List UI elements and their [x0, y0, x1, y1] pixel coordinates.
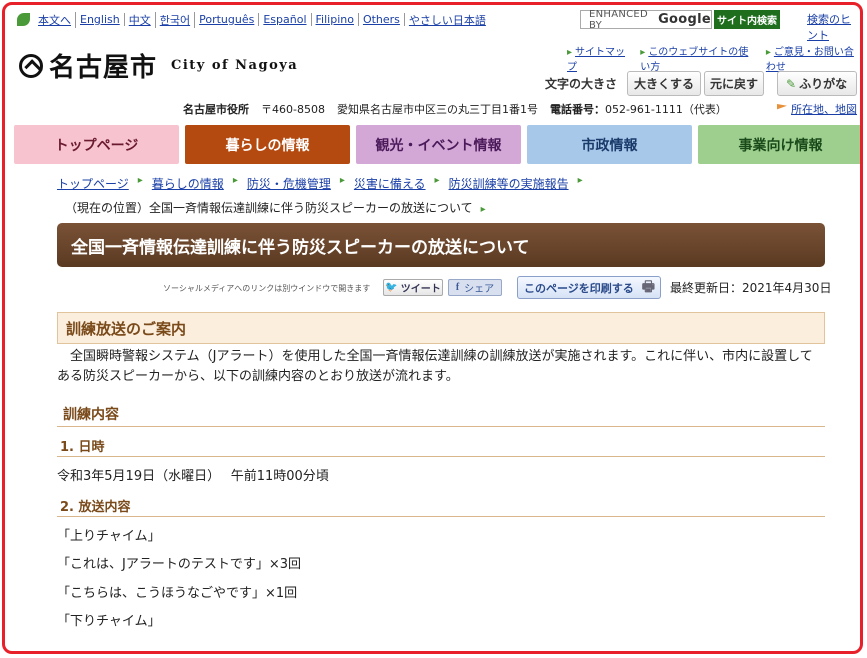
print-label: このページを印刷する — [524, 281, 634, 295]
site-search-button[interactable]: サイト内検索 — [714, 10, 780, 29]
how-to-use-link[interactable]: このウェブサイトの使い方 — [640, 43, 752, 73]
share-label: シェア — [464, 284, 495, 295]
broadcast-content-heading: 2. 放送内容 — [57, 495, 825, 517]
sitemap-link[interactable]: サイトマップ — [567, 43, 626, 73]
section-heading: 訓練放送のご案内 — [57, 312, 825, 344]
lang-link-easy-japanese[interactable]: やさしい日本語 — [405, 12, 490, 28]
language-bar: 本文へ English 中文 한국어 Português Español Fil… — [17, 10, 490, 29]
nav-tab-business[interactable]: 事業向け情報 — [698, 125, 860, 164]
office-name: 名古屋市役所 — [183, 103, 249, 116]
intro-paragraph: 全国瞬時警報システム（Jアラート）を使用した全国一斉情報伝達訓練の訓練放送が実施… — [57, 349, 813, 384]
current-location: （現在の位置）全国一斉情報伝達訓練に伴う防災スピーカーの放送について ▸ — [65, 199, 486, 216]
access-map-label: 所在地、地図 — [791, 103, 857, 116]
search-placeholder-brand: Google — [658, 12, 711, 27]
nav-tab-top[interactable]: トップページ — [14, 125, 179, 164]
lang-link-portuguese[interactable]: Português — [195, 13, 260, 26]
lang-link-skip[interactable]: 本文へ — [34, 11, 76, 28]
lang-link-others[interactable]: Others — [359, 13, 405, 26]
phone-label: 電話番号： — [549, 103, 605, 116]
furigana-label: ふりがな — [799, 77, 848, 91]
breadcrumb-drill-reports[interactable]: 防災訓練等の実施報告 — [449, 175, 569, 192]
lang-link-filipino[interactable]: Filipino — [312, 13, 359, 26]
flag-icon — [777, 104, 787, 110]
nav-tab-city-government[interactable]: 市政情報 — [527, 125, 692, 164]
breadcrumb-prepare[interactable]: 災害に備える — [354, 175, 426, 192]
lang-link-chinese[interactable]: 中文 — [125, 11, 156, 28]
broadcast-line: 「上りチャイム」 — [57, 529, 161, 544]
nav-tab-tourism-events[interactable]: 観光・イベント情報 — [356, 125, 521, 164]
social-note: ソーシャルメディアへのリンクは別ウインドウで開きます — [163, 284, 371, 293]
twitter-bird-icon: 🐦 — [385, 282, 398, 293]
search-placeholder-prefix: ENHANCED BY — [589, 8, 649, 31]
chevron-right-icon: ▸ — [577, 175, 583, 186]
zip-code: 〒460-8508 — [261, 103, 325, 116]
chevron-right-icon: ▸ — [434, 175, 440, 186]
phone-number: 052-961-1111（代表） — [604, 103, 727, 116]
enlarge-text-button[interactable]: 大きくする — [627, 71, 701, 96]
breadcrumb-top[interactable]: トップページ — [57, 175, 129, 192]
broadcast-line: 「下りチャイム」 — [57, 614, 161, 629]
chevron-right-icon: ▸ — [480, 204, 486, 215]
lang-link-spanish[interactable]: Español — [259, 13, 312, 26]
subsection-heading: 訓練内容 — [57, 401, 825, 427]
nagoya-emblem-icon — [19, 53, 43, 78]
furigana-button[interactable]: ✎ ふりがな — [777, 71, 857, 96]
utility-links: サイトマップ このウェブサイトの使い方 ご意見・お問い合わせ — [567, 43, 860, 73]
nav-tab-living[interactable]: 暮らしの情報 — [185, 125, 350, 164]
breadcrumb-disaster-crisis[interactable]: 防災・危機管理 — [247, 175, 331, 192]
chevron-right-icon: ▸ — [232, 175, 238, 186]
broadcast-line: 「これは、Jアラートのテストです」×3回 — [57, 557, 301, 572]
breadcrumb-living[interactable]: 暮らしの情報 — [152, 175, 224, 192]
printer-icon: 🖶 — [641, 278, 655, 295]
search-help-link[interactable]: 検索のヒント — [807, 11, 860, 43]
city-hall-address: 名古屋市役所 〒460-8508 愛知県名古屋市中区三の丸三丁目1番1号 電話番… — [183, 101, 727, 117]
last-updated: 最終更新日：2021年4月30日 — [670, 281, 832, 295]
reset-text-button[interactable]: 元に戻す — [704, 71, 764, 96]
street-address: 愛知県名古屋市中区三の丸三丁目1番1号 — [336, 103, 538, 116]
tweet-label: ツイート — [400, 284, 441, 295]
broadcast-line: 「こちらは、こうほうなごやです」×1回 — [57, 586, 298, 601]
print-page-button[interactable]: このページを印刷する 🖶 — [517, 276, 661, 299]
datetime-heading: 1. 日時 — [57, 435, 825, 457]
font-size-label: 文字の大きさ — [545, 77, 618, 91]
browser-frame: 本文へ English 中文 한국어 Português Español Fil… — [2, 2, 863, 654]
facebook-icon: f — [455, 282, 460, 293]
page-title: 全国一斉情報伝達訓練に伴う防災スピーカーの放送について — [57, 223, 825, 267]
lang-link-english[interactable]: English — [76, 13, 125, 26]
logo-english: City of Nagoya — [171, 58, 299, 73]
chevron-right-icon: ▸ — [137, 175, 143, 186]
tweet-button[interactable]: 🐦 ツイート — [383, 279, 443, 296]
city-logo[interactable]: 名古屋市 City of Nagoya — [19, 47, 298, 84]
chevron-right-icon: ▸ — [339, 175, 345, 186]
access-map-link[interactable]: 所在地、地図 — [777, 101, 857, 117]
breadcrumb: トップページ ▸ 暮らしの情報 ▸ 防災・危機管理 ▸ 災害に備える ▸ 防災訓練等の実… — [57, 175, 592, 192]
logo-japanese: 名古屋市 — [49, 53, 158, 83]
lang-link-korean[interactable]: 한국어 — [156, 11, 196, 28]
facebook-share-button[interactable]: f シェア — [448, 279, 502, 296]
furigana-icon: ✎ — [786, 76, 797, 91]
leaf-icon — [17, 13, 30, 26]
datetime-text: 令和3年5月19日（水曜日） 午前11時00分頃 — [57, 469, 329, 484]
current-location-text: （現在の位置）全国一斉情報伝達訓練に伴う防災スピーカーの放送について — [65, 201, 473, 215]
search-input[interactable]: ENHANCED BY Google — [580, 8, 712, 31]
contact-link[interactable]: ご意見・お問い合わせ — [766, 43, 860, 73]
